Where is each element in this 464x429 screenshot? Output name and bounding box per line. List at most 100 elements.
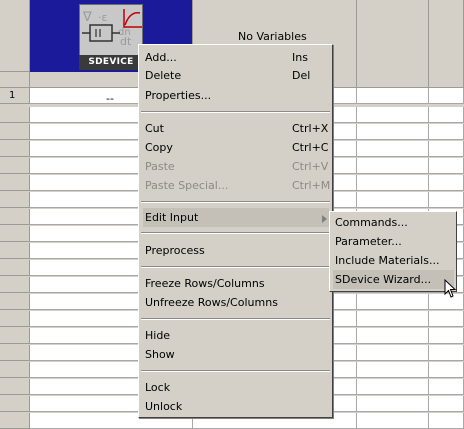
menu-item-label: Unfreeze Rows/Columns <box>145 296 278 309</box>
row-header[interactable] <box>0 226 30 242</box>
grid-cell[interactable] <box>357 175 429 191</box>
menu-item-unfreeze[interactable]: Unfreeze Rows/Columns <box>143 293 329 312</box>
row-header[interactable] <box>0 141 30 157</box>
row-header[interactable] <box>0 294 30 310</box>
row-header[interactable] <box>0 345 30 361</box>
menu-item-lock[interactable]: Lock <box>143 378 329 397</box>
grid-cell[interactable] <box>357 396 429 412</box>
menu-item-hide[interactable]: Hide <box>143 326 329 345</box>
grid-cell[interactable] <box>357 311 429 327</box>
menu-separator <box>141 266 330 268</box>
submenu-arrow-icon <box>322 215 327 223</box>
menu-item-unlock[interactable]: Unlock <box>143 397 329 416</box>
menu-item-label: Lock <box>145 381 171 394</box>
row-header[interactable] <box>0 379 30 395</box>
menu-item-cut[interactable]: Cut Ctrl+X <box>143 119 329 138</box>
edit-input-submenu: Commands... Parameter... Include Materia… <box>329 211 457 292</box>
svg-text:∇: ∇ <box>82 10 92 25</box>
menu-item-label: Paste <box>145 160 175 173</box>
grid-cell[interactable] <box>429 88 464 104</box>
row-header[interactable] <box>0 243 30 259</box>
grid-cell[interactable] <box>357 345 429 361</box>
row-header[interactable] <box>0 124 30 140</box>
menu-separator <box>141 111 330 113</box>
grid-cell[interactable] <box>357 141 429 157</box>
row-header[interactable] <box>0 192 30 208</box>
column-header <box>429 0 464 72</box>
menu-item-label: Freeze Rows/Columns <box>145 277 265 290</box>
menu-item-shortcut: Ctrl+C <box>292 141 329 154</box>
menu-item-shortcut: Ctrl+V <box>292 160 329 173</box>
row-header[interactable] <box>0 413 30 429</box>
menu-item-shortcut: Ctrl+M <box>292 179 331 192</box>
menu-item-label: Edit Input <box>145 211 199 224</box>
grid-cell[interactable] <box>429 124 464 140</box>
submenu-item-commands[interactable]: Commands... <box>333 213 454 232</box>
variables-header-text: No Variables <box>238 30 307 43</box>
menu-separator <box>141 318 330 320</box>
grid-cell[interactable] <box>357 294 429 310</box>
menu-item-edit-input[interactable]: Edit Input <box>143 208 329 227</box>
menu-separator <box>141 201 330 203</box>
menu-item-label: Cut <box>145 122 164 135</box>
grid-cell[interactable] <box>429 379 464 395</box>
grid-cell[interactable] <box>429 158 464 174</box>
grid-cell[interactable] <box>429 362 464 378</box>
menu-item-copy[interactable]: Copy Ctrl+C <box>143 138 329 157</box>
grid-cell[interactable] <box>357 379 429 395</box>
menu-item-delete[interactable]: Delete Del <box>143 66 329 85</box>
tool-label: SDEVICE <box>79 55 143 70</box>
row-header[interactable] <box>0 107 30 123</box>
submenu-item-parameter[interactable]: Parameter... <box>333 232 454 251</box>
row-header[interactable]: 1 <box>0 88 30 104</box>
row-header[interactable] <box>0 209 30 225</box>
menu-item-add[interactable]: Add... Ins <box>143 48 329 67</box>
grid-cell[interactable] <box>429 107 464 123</box>
column-header <box>357 0 429 72</box>
menu-item-label: Copy <box>145 141 173 154</box>
row-header[interactable] <box>0 362 30 378</box>
grid-cell[interactable] <box>357 158 429 174</box>
grid-cell[interactable] <box>429 396 464 412</box>
row-header[interactable] <box>0 175 30 191</box>
menu-item-label: Add... <box>145 51 177 64</box>
svg-text:·ε: ·ε <box>98 11 107 24</box>
subheader-cell <box>429 72 464 88</box>
grid-cell[interactable] <box>357 362 429 378</box>
menu-item-properties[interactable]: Properties... <box>143 86 329 105</box>
menu-item-label: Unlock <box>145 400 183 413</box>
row-header[interactable] <box>0 260 30 276</box>
grid-cell[interactable] <box>429 192 464 208</box>
grid-cell[interactable] <box>357 124 429 140</box>
menu-item-paste-special[interactable]: Paste Special... Ctrl+M <box>143 176 331 195</box>
row-header[interactable] <box>0 158 30 174</box>
context-menu: Add... Ins Delete Del Properties... Cut Ctr… <box>138 44 333 418</box>
grid-cell[interactable] <box>357 192 429 208</box>
menu-item-label: Preprocess <box>145 244 205 257</box>
row-header[interactable] <box>0 328 30 344</box>
subheader-cell <box>0 72 30 88</box>
grid-cell[interactable] <box>429 141 464 157</box>
grid-cell[interactable] <box>429 311 464 327</box>
grid-cell[interactable] <box>357 413 429 429</box>
menu-item-paste[interactable]: Paste Ctrl+V <box>143 157 329 176</box>
menu-item-shortcut: Del <box>292 69 311 82</box>
row-header[interactable] <box>0 277 30 293</box>
menu-item-show[interactable]: Show <box>143 345 329 364</box>
grid-cell[interactable] <box>429 413 464 429</box>
menu-item-label: Paste Special... <box>145 179 229 192</box>
submenu-item-sdevice-wizard[interactable]: SDevice Wizard... <box>333 270 454 289</box>
grid-cell[interactable] <box>357 88 429 104</box>
menu-item-preprocess[interactable]: Preprocess <box>143 241 329 260</box>
subheader-cell <box>357 72 429 88</box>
grid-cell[interactable] <box>357 328 429 344</box>
menu-item-freeze[interactable]: Freeze Rows/Columns <box>143 274 329 293</box>
menu-item-label: Hide <box>145 329 171 342</box>
grid-cell[interactable] <box>429 328 464 344</box>
grid-cell[interactable] <box>357 107 429 123</box>
row-header[interactable] <box>0 311 30 327</box>
grid-cell[interactable] <box>429 175 464 191</box>
row-header[interactable] <box>0 396 30 412</box>
submenu-item-include-materials[interactable]: Include Materials... <box>333 251 454 270</box>
grid-cell[interactable] <box>429 345 464 361</box>
